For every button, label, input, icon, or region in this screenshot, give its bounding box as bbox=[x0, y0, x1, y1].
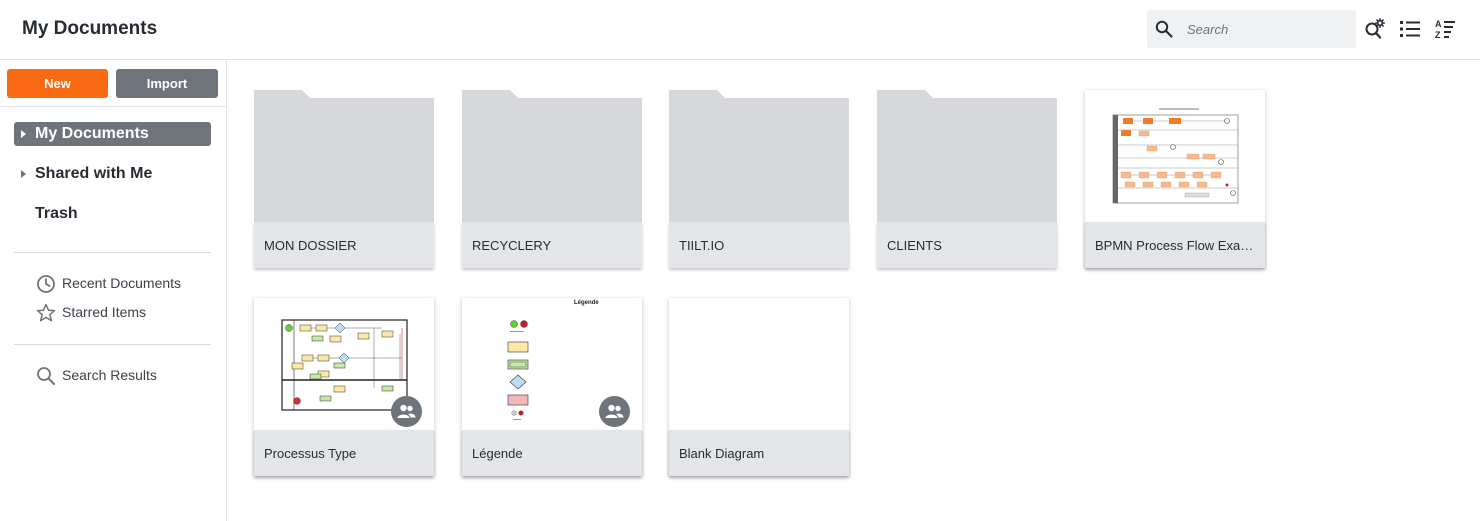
search-input[interactable] bbox=[1187, 18, 1347, 40]
import-button[interactable]: Import bbox=[116, 69, 218, 98]
sidebar-divider bbox=[0, 106, 226, 107]
nav-shared-with-me[interactable]: Shared with Me bbox=[14, 162, 211, 186]
folder-card[interactable]: TIILT.IO bbox=[669, 90, 849, 268]
sidebar-divider bbox=[14, 252, 211, 253]
sidebar: New Import My Documents Shared with Me T… bbox=[0, 60, 227, 521]
thumb-title: Légende bbox=[574, 300, 599, 306]
document-card[interactable]: Blank Diagram bbox=[669, 298, 849, 476]
people-icon bbox=[397, 404, 416, 418]
search-icon bbox=[1155, 20, 1173, 38]
sort-alpha-icon[interactable]: A Z bbox=[1434, 18, 1456, 40]
item-name: Blank Diagram bbox=[669, 430, 849, 476]
folder-graphic bbox=[669, 90, 849, 222]
link-label: Recent Documents bbox=[62, 275, 182, 291]
document-card[interactable]: Légende Légende bbox=[462, 298, 642, 476]
item-name: Processus Type bbox=[254, 430, 434, 476]
page-title: My Documents bbox=[22, 18, 158, 39]
folder-card[interactable]: MON DOSSIER bbox=[254, 90, 434, 268]
nav-label: My Documents bbox=[35, 125, 149, 142]
document-card[interactable]: Processus Type bbox=[254, 298, 434, 476]
item-name: TIILT.IO bbox=[669, 222, 849, 268]
item-name: MON DOSSIER bbox=[254, 222, 434, 268]
recent-documents-link[interactable]: Recent Documents bbox=[36, 273, 206, 295]
link-label: Search Results bbox=[62, 367, 157, 383]
caret-right-icon bbox=[21, 170, 26, 178]
nav-my-documents[interactable]: My Documents bbox=[14, 122, 211, 146]
document-thumbnail bbox=[669, 298, 849, 430]
list-view-icon[interactable] bbox=[1399, 18, 1421, 40]
item-name: BPMN Process Flow Example bbox=[1085, 222, 1265, 268]
shared-badge bbox=[391, 396, 422, 427]
nav-trash[interactable]: Trash bbox=[14, 202, 211, 226]
starred-items-link[interactable]: Starred Items bbox=[36, 302, 186, 324]
svg-text:Z: Z bbox=[1435, 30, 1441, 40]
search-icon bbox=[37, 367, 55, 385]
sidebar-divider bbox=[14, 344, 211, 345]
nav-label: Trash bbox=[35, 205, 78, 222]
item-name: CLIENTS bbox=[877, 222, 1057, 268]
folder-card[interactable]: RECYCLERY bbox=[462, 90, 642, 268]
folder-graphic bbox=[462, 90, 642, 222]
search-box[interactable] bbox=[1147, 10, 1356, 48]
clock-icon bbox=[37, 275, 55, 293]
document-thumbnail bbox=[1085, 90, 1265, 222]
star-icon bbox=[36, 303, 56, 322]
item-name: Légende bbox=[462, 430, 642, 476]
item-name: RECYCLERY bbox=[462, 222, 642, 268]
people-icon bbox=[605, 404, 624, 418]
top-header: My Documents A Z bbox=[0, 0, 1480, 60]
folder-graphic bbox=[254, 90, 434, 222]
bpmn-thumbnail bbox=[1112, 108, 1239, 204]
new-button[interactable]: New bbox=[7, 69, 108, 98]
document-card[interactable]: BPMN Process Flow Example bbox=[1085, 90, 1265, 268]
link-label: Starred Items bbox=[62, 304, 147, 320]
search-results-link[interactable]: Search Results bbox=[36, 365, 196, 387]
search-settings-icon[interactable] bbox=[1364, 18, 1386, 40]
shared-badge bbox=[599, 396, 630, 427]
folder-graphic bbox=[877, 90, 1057, 222]
caret-right-icon bbox=[21, 130, 26, 138]
folder-card[interactable]: CLIENTS bbox=[877, 90, 1057, 268]
nav-label: Shared with Me bbox=[35, 165, 153, 182]
svg-text:A: A bbox=[1435, 19, 1442, 29]
